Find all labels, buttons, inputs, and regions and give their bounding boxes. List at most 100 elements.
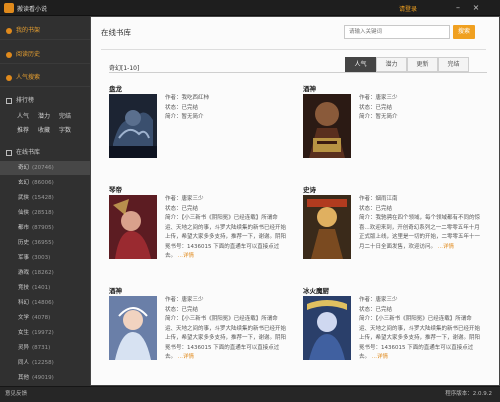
ranking-header-label: 排行榜 [16,97,35,104]
category-name: 游戏 [18,270,30,276]
status-label: 状态： [359,306,376,313]
book-card[interactable]: 冰火魔厨 作者：唐家三少 状态：已完结 简介：【小三新书《阴阳冕》已经连载】所谓… [303,285,483,385]
category-name: 灵异 [18,345,30,351]
category-name: 同人 [18,360,30,366]
login-link[interactable]: 请登录 [399,4,417,13]
details-link[interactable]: ...详情 [372,354,388,360]
category-count: (36955) [32,240,54,246]
book-card[interactable]: 酒神 作者：唐家三少 状态：已完结 简介：暂无简介 [303,83,483,183]
category-item[interactable]: 竞技 (1401) [0,281,90,295]
online-library-header: 在线书库 [0,146,90,160]
category-count: (12258) [32,360,54,366]
book-info: 作者：唐家三少 状态：已完结 简介：【小三新书《阴阳冕》已经连载】所谓命运、天地… [165,195,287,262]
book-card[interactable]: 史诗 作者：烟雨江南 状态：已完结 简介：我驰骋在四个领域，每个领域都有不同的惊… [303,184,483,284]
book-cover-image[interactable] [109,195,157,259]
rank-link-potential[interactable]: 潜力 [38,111,50,120]
book-summary: 暂无简介 [375,114,398,120]
book-cover-image[interactable] [109,296,157,360]
category-item[interactable]: 军事 (3003) [0,251,90,265]
bookshelf-icon [6,28,12,34]
tab-popular[interactable]: 人气 [345,57,376,72]
history-icon [6,52,12,58]
rank-link-wordcount[interactable]: 字数 [59,125,71,134]
category-item[interactable]: 玄幻 (86006) [0,176,90,190]
book-title[interactable]: 史诗 [303,184,316,194]
category-count: (15428) [32,195,54,201]
search-button[interactable]: 搜索 [453,25,475,39]
author-label: 作者： [359,95,376,101]
book-author: 唐家三少 [375,95,398,101]
author-label: 作者： [165,196,182,202]
close-icon[interactable]: × [470,2,482,13]
book-title[interactable]: 酒神 [109,285,122,295]
book-title[interactable]: 琴帝 [109,184,122,194]
main-panel: 在线书库 搜索 奇幻[1-10] 人气 潜力 更新 完结 盘龙 作者：我吃西红柿… [90,16,500,386]
tab-updated[interactable]: 更新 [407,57,438,72]
ranking-header: 排行榜 [0,94,90,108]
book-info: 作者：唐家三少 状态：已完结 简介：暂无简介 [359,94,481,123]
summary-label: 简介： [359,316,376,322]
category-item[interactable]: 同人 (12258) [0,356,90,370]
book-status: 已完结 [181,306,199,313]
category-count: (14806) [32,300,54,306]
sidebar-item-popular-search[interactable]: 人气搜索 [0,69,90,87]
status-label: 状态： [165,306,182,313]
book-cover-image[interactable] [303,296,351,360]
category-count: (19972) [32,330,54,336]
rank-link-favorites[interactable]: 收藏 [38,125,50,134]
tab-underline [109,72,487,73]
rank-link-recommended[interactable]: 推荐 [17,125,29,134]
book-title[interactable]: 冰火魔厨 [303,285,329,295]
category-count: (3003) [32,255,51,261]
details-link[interactable]: ...详情 [438,244,454,250]
book-summary: 我驰骋在四个领域，每个领域都有不同的惊喜...欢迎来到，开创奇幻系列之一二零零五… [359,215,481,250]
book-status: 已完结 [375,306,393,313]
status-label: 状态： [359,205,376,212]
sidebar-item-label: 我的书架 [16,27,41,34]
category-item[interactable]: 灵异 (8731) [0,341,90,355]
feedback-link[interactable]: 意见反馈 [5,387,27,402]
details-link[interactable]: ...详情 [178,354,194,360]
category-item[interactable]: 其他 (49019) [0,371,90,385]
book-author: 唐家三少 [181,297,204,303]
category-count: (4078) [32,315,51,321]
tab-potential[interactable]: 潜力 [376,57,407,72]
category-name: 科幻 [18,300,30,306]
category-item[interactable]: 游戏 (18262) [0,266,90,280]
book-cover-image[interactable] [303,94,351,158]
search-input[interactable] [344,25,450,39]
sidebar-item-label: 人气搜索 [16,74,41,81]
book-info: 作者：我吃西红柿 状态：已完结 简介：暂无简介 [165,94,287,123]
category-name: 文学 [18,315,30,321]
book-card[interactable]: 酒神 作者：唐家三少 状态：已完结 简介：【小三新书《阴阳冕》已经连载】所谓命运… [109,285,289,385]
book-status: 已完结 [181,205,199,212]
book-card[interactable]: 盘龙 作者：我吃西红柿 状态：已完结 简介：暂无简介 [109,83,289,183]
minimize-icon[interactable]: – [452,2,464,13]
book-title[interactable]: 酒神 [303,83,316,93]
rank-link-finished[interactable]: 完结 [59,111,71,120]
summary-label: 简介： [359,114,376,120]
book-cover-image[interactable] [303,195,351,259]
category-item[interactable]: 历史 (36955) [0,236,90,250]
category-item[interactable]: 仙侠 (28518) [0,206,90,220]
book-title[interactable]: 盘龙 [109,83,122,93]
rank-link-popular[interactable]: 人气 [17,111,29,120]
category-name: 其他 [18,375,30,381]
sidebar-item-history[interactable]: 阅读历史 [0,46,90,64]
category-name: 军事 [18,255,30,261]
category-item[interactable]: 文学 (4078) [0,311,90,325]
summary-label: 简介： [165,316,182,322]
category-item[interactable]: 都市 (87905) [0,221,90,235]
tab-finished[interactable]: 完结 [438,57,469,72]
book-card[interactable]: 琴帝 作者：唐家三少 状态：已完结 简介：【小三新书《阴阳冕》已经连载】所谓命运… [109,184,289,284]
category-name: 历史 [18,240,30,246]
category-item[interactable]: 女生 (19972) [0,326,90,340]
status-label: 状态： [165,104,182,111]
category-item[interactable]: 武侠 (15428) [0,191,90,205]
book-cover-image[interactable] [109,94,157,158]
page-title: 在线书库 [101,28,131,37]
category-item[interactable]: 科幻 (14806) [0,296,90,310]
category-item[interactable]: 奇幻 (20746) [0,161,90,175]
details-link[interactable]: ...详情 [178,253,194,259]
sidebar-item-bookshelf[interactable]: 我的书架 [0,22,90,40]
